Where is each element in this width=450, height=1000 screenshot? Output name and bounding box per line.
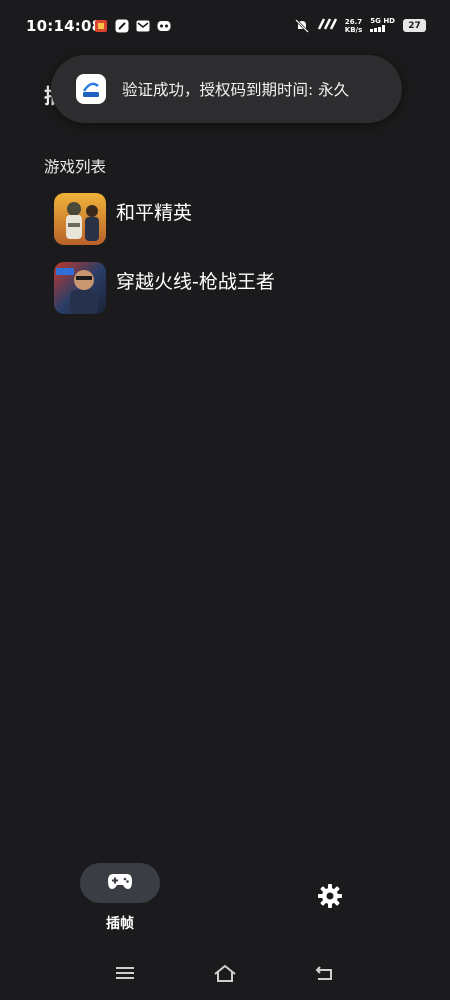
tab-frame-interpolation[interactable]: [80, 863, 160, 903]
speed-unit: KB/s: [344, 25, 363, 34]
system-navigation-bar: [0, 950, 450, 1000]
settings-tab[interactable]: [312, 880, 348, 916]
status-time: 10:14:08: [26, 17, 103, 35]
game-name: 穿越火线-枪战王者: [116, 270, 275, 293]
verification-toast: 验证成功，授权码到期时间: 永久: [51, 55, 402, 123]
gamepad-icon: [107, 871, 133, 895]
gear-icon: [317, 883, 343, 913]
mail-icon: [136, 19, 150, 33]
tab-frame-label[interactable]: 插帧: [80, 913, 160, 933]
network-type-label: 5G HD: [370, 17, 395, 25]
bot-icon: [157, 19, 171, 33]
back-icon: [314, 964, 336, 986]
wifi-speed-icon: [317, 18, 337, 33]
crossfire-icon: [54, 262, 106, 314]
home-icon: [213, 963, 237, 987]
status-bar: 10:14:08 26.7 KB/s 5G HD 27: [0, 0, 450, 56]
toast-message: 验证成功，授权码到期时间: 永久: [122, 81, 350, 99]
game-list-title: 游戏列表: [44, 158, 107, 176]
game-item-crossfire[interactable]: 穿越火线-枪战王者: [44, 257, 414, 319]
mute-icon: [294, 18, 309, 33]
menu-icon: [115, 965, 135, 985]
network-type: 5G HD: [370, 17, 395, 34]
system-status-icons: 26.7 KB/s 5G HD 27: [294, 17, 426, 34]
back-button[interactable]: [310, 962, 340, 988]
recent-apps-button[interactable]: [110, 962, 140, 988]
app-logo-icon: [76, 74, 106, 104]
signal-bars-icon: [370, 25, 395, 34]
peace-elite-icon: [54, 193, 106, 245]
app-notification-icon: [94, 19, 108, 33]
home-button[interactable]: [210, 962, 240, 988]
speed-value: 26.7: [344, 17, 363, 26]
game-item-peace-elite[interactable]: 和平精英: [44, 188, 414, 250]
battery-indicator: 27: [403, 19, 426, 32]
network-speed: 26.7 KB/s: [345, 18, 362, 34]
link-icon: [115, 19, 129, 33]
notification-icons: [94, 19, 171, 33]
game-name: 和平精英: [116, 201, 193, 224]
